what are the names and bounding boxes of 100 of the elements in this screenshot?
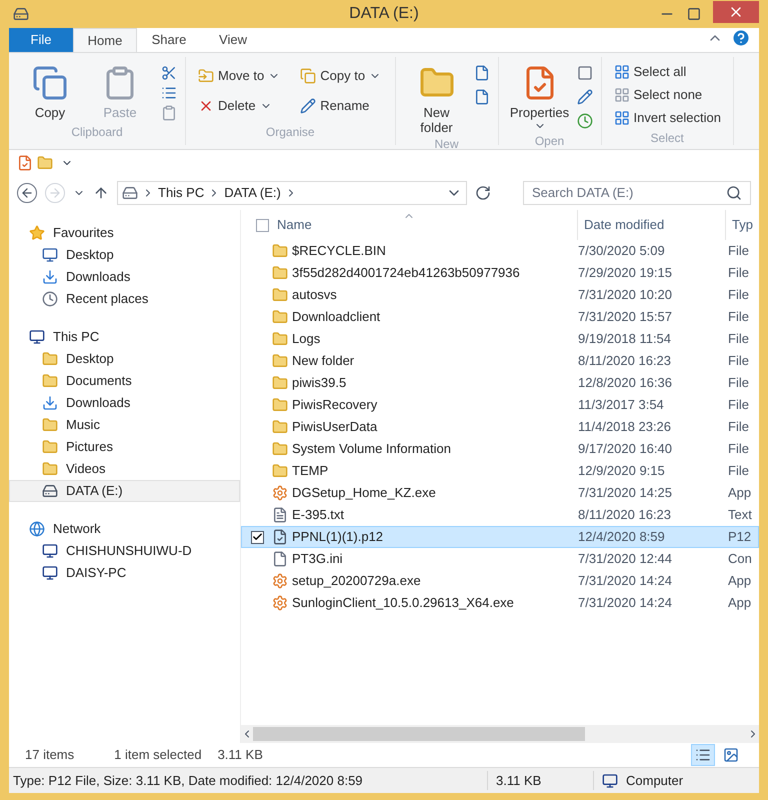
nav-section[interactable]: Favourites [9,222,240,244]
computer-icon [42,565,58,581]
checkbox[interactable] [250,530,264,544]
ribbon-tab[interactable]: View [201,28,265,52]
file-row[interactable]: System Volume Information 9/17/2020 16:40 File [241,438,759,460]
group-label: New [433,136,460,153]
nav-item[interactable]: Recent places [9,288,240,310]
file-date: 9/17/2020 16:40 [577,440,673,458]
up-icon[interactable] [93,185,109,201]
file-type: File [727,308,749,326]
ribbon-button[interactable]: Rename [296,95,386,117]
grid-icon [614,110,630,126]
file-row[interactable]: SunloginClient_10.5.0.29613_X64.exe 7/31/2020 14:24 App [241,592,759,614]
breadcrumb-item[interactable]: This PC [158,183,204,203]
file-row[interactable]: E-395.txt 8/11/2020 16:23 Text [241,504,759,526]
column-header[interactable]: Typ [725,210,753,240]
file-row[interactable]: $RECYCLE.BIN 7/30/2020 5:09 File [241,240,759,262]
file-date: 7/30/2020 5:09 [577,242,666,260]
file-row[interactable]: PiwisUserData 11/4/2018 23:26 File [241,416,759,438]
file-details: Type: P12 File, Size: 3.11 KB, Date modified: 12/4/2020 8:59 [12,772,364,790]
file-row[interactable]: New folder 8/11/2020 16:23 File [241,350,759,372]
file-icon [272,551,288,567]
nav-item[interactable]: Pictures [9,436,240,458]
group-label: Select [650,130,685,147]
clock-icon [42,291,58,307]
details-view-button[interactable] [691,744,715,766]
file-row[interactable]: Logs 9/19/2018 11:54 File [241,328,759,350]
edit-icon[interactable] [576,89,592,105]
ribbon-button[interactable]: Select all [610,61,725,83]
nav-item[interactable]: Music [9,414,240,436]
file-row[interactable]: DGSetup_Home_KZ.exe 7/31/2020 14:25 App [241,482,759,504]
folder-icon [272,265,288,281]
file-row[interactable]: PPNL(1)(1).p12 12/4/2020 8:59 P12 [241,526,759,548]
nav-section[interactable]: This PC [9,326,240,348]
file-row[interactable]: Downloadclient 7/31/2020 15:57 File [241,306,759,328]
item-count: 17 items [25,746,74,764]
clipboard-icon[interactable] [161,105,177,121]
ribbon-button[interactable]: Invert selection [610,107,725,129]
nav-item[interactable]: Downloads [9,266,240,288]
file-row[interactable]: setup_20200729a.exe 7/31/2020 14:24 App [241,570,759,592]
search-field[interactable]: Search DATA (E:) [523,181,751,205]
file-row[interactable]: PiwisRecovery 11/3/2017 3:54 File [241,394,759,416]
file-type: Text [727,506,752,524]
file-row[interactable]: piwis39.5 12/8/2020 16:36 File [241,372,759,394]
refresh-icon[interactable] [475,185,491,201]
column-header[interactable]: Name [277,215,577,235]
folder-icon [42,351,58,367]
scissors-icon[interactable] [161,65,177,81]
ribbon-button[interactable]: Move to [194,65,284,87]
file-date: 9/19/2018 11:54 [577,330,672,348]
folder-icon [272,243,288,259]
file-row[interactable]: PT3G.ini 7/31/2020 12:44 Con [241,548,759,570]
window-title: DATA (E:) [349,4,419,24]
scrollbar-thumb[interactable] [253,727,585,741]
file-name: autosvs [292,286,338,304]
file-type: File [727,242,749,260]
copy-icon [300,68,316,84]
ribbon-button[interactable]: Properties [506,61,572,132]
new-item-icon[interactable] [474,65,490,81]
ribbon-button[interactable]: Delete [194,95,284,117]
file-row[interactable]: 3f55d282d4001724eb41263b50977936 7/29/2020 19:15 File [241,262,759,284]
breadcrumb-item[interactable]: DATA (E:) [224,183,281,203]
back-icon[interactable] [17,183,37,203]
file-date: 7/31/2020 14:24 [577,594,673,612]
folder-icon [272,441,288,457]
close-button[interactable] [713,1,759,23]
nav-item[interactable]: Documents [9,370,240,392]
ribbon-button[interactable]: New folder [404,61,470,135]
file-row[interactable]: autosvs 7/31/2020 10:20 File [241,284,759,306]
select-all-checkbox[interactable] [256,218,269,232]
file-date: 12/8/2020 16:36 [577,374,673,392]
nav-item[interactable]: Desktop [9,244,240,266]
help-icon[interactable] [731,28,751,48]
address-bar[interactable]: This PC DATA (E:) [117,181,467,205]
drive-icon [13,6,29,22]
search-input[interactable]: Search DATA (E:) [532,183,726,203]
nav-item[interactable]: DAISY-PC [9,562,240,584]
nav-item[interactable]: Desktop [9,348,240,370]
file-tab[interactable]: File [9,28,73,52]
nav-item[interactable]: DATA (E:) [9,480,240,502]
drive-icon [42,483,58,499]
search-icon [726,185,742,201]
nav-item[interactable]: CHISHUNSHUIWU-D [9,540,240,562]
maximize-icon[interactable] [687,7,701,21]
ribbon-button[interactable]: Copy [17,61,83,120]
ribbon-tab[interactable]: Home [73,28,137,52]
nav-item[interactable]: Downloads [9,392,240,414]
properties-icon[interactable] [17,155,33,171]
ribbon-button[interactable]: Copy to [296,65,386,87]
file-row[interactable]: TEMP 12/9/2020 9:15 File [241,460,759,482]
history-icon[interactable] [576,113,592,129]
file-name: Logs [292,330,322,348]
nav-item[interactable]: Videos [9,458,240,480]
column-header[interactable]: Date modified [577,210,725,240]
file-name: PiwisRecovery [292,396,378,414]
nav-section[interactable]: Network [9,518,240,540]
application-icon [272,595,288,611]
file-type: File [727,440,749,458]
ribbon-tab[interactable]: Share [137,28,201,52]
ribbon-button[interactable]: Select none [610,84,725,106]
